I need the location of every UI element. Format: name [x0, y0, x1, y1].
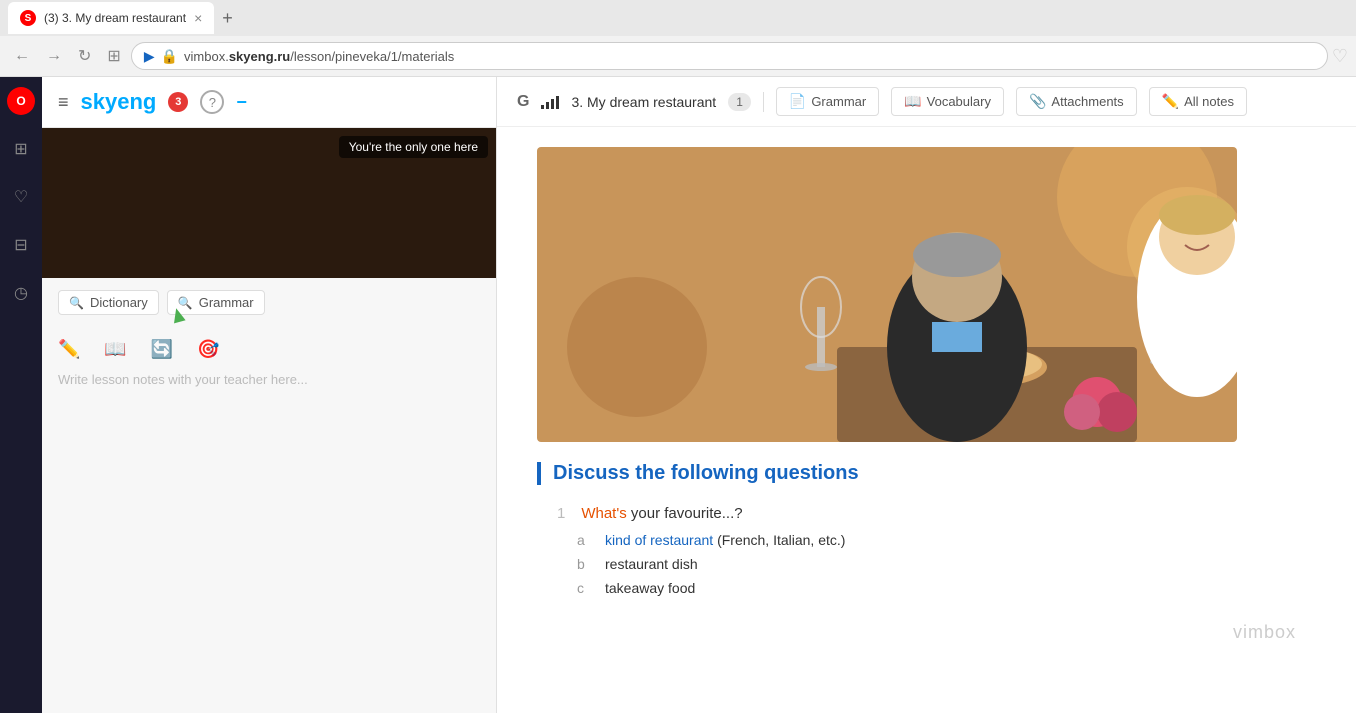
notes-icon: ✏️	[1162, 93, 1179, 110]
refresh-icon[interactable]: 🔄	[151, 339, 173, 360]
question-number: 1	[557, 505, 565, 522]
notes-placeholder[interactable]: Write lesson notes with your teacher her…	[58, 368, 480, 391]
left-panel-header: ≡ skyeng 3 ? −	[42, 77, 496, 128]
app-body: O ⊞ ♡ ⊟ ◷ ≡ skyeng 3 ? − You're the only…	[0, 77, 1356, 713]
minimize-button[interactable]: −	[236, 92, 247, 113]
lock-icon: 🔒	[161, 48, 178, 65]
g-label: G	[517, 93, 529, 111]
tab-favicon: S	[20, 10, 36, 26]
all-notes-button[interactable]: ✏️ All notes	[1149, 87, 1247, 116]
active-tab: S (3) 3. My dream restaurant ×	[8, 2, 214, 34]
help-button[interactable]: ?	[200, 90, 224, 114]
attachments-icon: 📎	[1029, 93, 1046, 110]
sub-item-b: b restaurant dish	[577, 556, 1316, 572]
address-bar[interactable]: ▶ 🔒 vimbox.skyeng.ru/lesson/pineveka/1/m…	[131, 42, 1328, 70]
target-icon[interactable]: 🎯	[197, 339, 219, 360]
hamburger-icon[interactable]: ≡	[58, 92, 69, 113]
book-icon[interactable]: 📖	[104, 339, 126, 360]
skyeng-logo: skyeng	[81, 89, 157, 115]
notes-icons: ✏️ 📖 🔄 🎯	[42, 327, 496, 368]
logo-text: skyeng	[81, 89, 157, 115]
video-icon: ▶	[144, 48, 155, 65]
content-toolbar: G 3. My dream restaurant 1 📄 Grammar 📖 V…	[497, 77, 1356, 127]
discuss-section: Discuss the following questions 1 What's…	[537, 462, 1316, 596]
layers-icon[interactable]: ⊟	[7, 231, 35, 259]
dictionary-tab[interactable]: 🔍 Dictionary	[58, 290, 159, 315]
new-tab-button[interactable]: +	[214, 8, 241, 29]
sub-label-a: a	[577, 532, 593, 548]
sub-label-b: b	[577, 556, 593, 572]
nav-bar: ← → ↻ ⊞ ▶ 🔒 vimbox.skyeng.ru/lesson/pine…	[0, 36, 1356, 76]
sidebar-icons: O ⊞ ♡ ⊟ ◷	[0, 77, 42, 713]
restaurant-image	[537, 147, 1237, 442]
sub-items-list: a kind of restaurant (French, Italian, e…	[577, 532, 1316, 596]
lesson-title-toolbar: 3. My dream restaurant	[571, 94, 716, 110]
bookmark-button[interactable]: ♡	[1332, 46, 1348, 67]
back-button[interactable]: ←	[8, 43, 36, 69]
question-text: What's your favourite...?	[581, 505, 742, 522]
vocabulary-icon: 📖	[904, 93, 921, 110]
tab-bar: S (3) 3. My dream restaurant × +	[0, 0, 1356, 36]
signal-bar-1	[541, 105, 544, 109]
sub-item-a: a kind of restaurant (French, Italian, e…	[577, 532, 1316, 548]
notification-badge[interactable]: 3	[168, 92, 188, 112]
dict-tabs: 🔍 Dictionary 🔍 Grammar	[42, 278, 496, 327]
vimbox-watermark: vimbox	[537, 612, 1316, 643]
sub-label-c: c	[577, 580, 593, 596]
main-content: Discuss the following questions 1 What's…	[497, 127, 1356, 713]
attachments-button[interactable]: 📎 Attachments	[1016, 87, 1137, 116]
sub-text-b: restaurant dish	[605, 556, 698, 572]
question-group: 1 What's your favourite...? a kind of re…	[537, 505, 1316, 596]
address-text: vimbox.skyeng.ru/lesson/pineveka/1/mater…	[184, 49, 454, 64]
grid-icon[interactable]: ⊞	[7, 135, 35, 163]
signal-bar-3	[551, 99, 554, 109]
what-highlight: What's	[581, 505, 626, 522]
signal-bar-4	[556, 96, 559, 109]
grammar-button[interactable]: 📄 Grammar	[776, 87, 879, 116]
tab-title: (3) 3. My dream restaurant	[44, 11, 186, 25]
right-content: G 3. My dream restaurant 1 📄 Grammar 📖 V…	[497, 77, 1356, 713]
reload-button[interactable]: ↻	[72, 42, 97, 70]
sub-text-c: takeaway food	[605, 580, 695, 596]
video-area: You're the only one here	[42, 128, 496, 278]
browser-chrome: S (3) 3. My dream restaurant × + ← → ↻ ⊞…	[0, 0, 1356, 77]
sub-text-a: kind of restaurant (French, Italian, etc…	[605, 532, 845, 548]
grammar-icon: 📄	[789, 93, 806, 110]
sub-item-c: c takeaway food	[577, 580, 1316, 596]
signal-bars	[541, 95, 559, 109]
heart-icon[interactable]: ♡	[7, 183, 35, 211]
opera-icon[interactable]: O	[7, 87, 35, 115]
search-icon: 🔍	[69, 296, 84, 310]
forward-button[interactable]: →	[40, 43, 68, 69]
vocabulary-button[interactable]: 📖 Vocabulary	[891, 87, 1004, 116]
grid-button[interactable]: ⊞	[101, 42, 126, 70]
lesson-badge: 1	[728, 93, 751, 111]
tab-close-button[interactable]: ×	[194, 10, 202, 26]
history-icon[interactable]: ◷	[7, 279, 35, 307]
left-panel: ≡ skyeng 3 ? − You're the only one here …	[42, 77, 497, 713]
signal-bar-2	[546, 102, 549, 109]
discuss-title: Discuss the following questions	[537, 462, 1316, 485]
pen-icon[interactable]: ✏️	[58, 339, 80, 360]
toolbar-divider	[763, 92, 764, 112]
video-tooltip: You're the only one here	[339, 136, 488, 158]
